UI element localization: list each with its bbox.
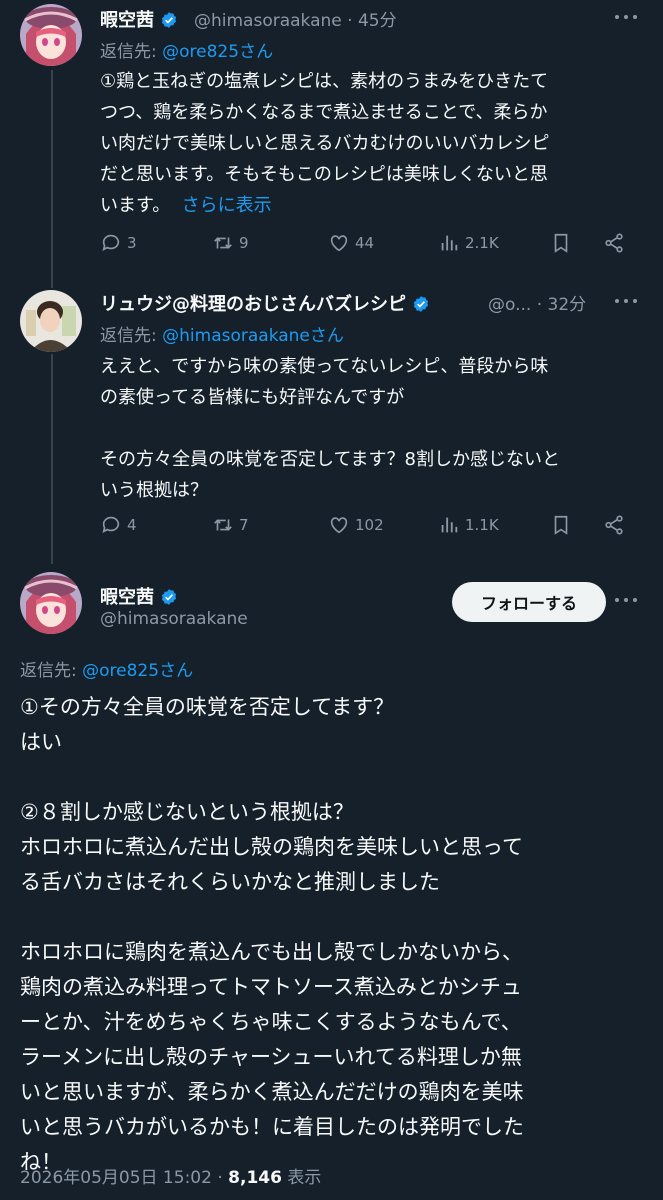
tweet-line: 鶏肉の煮込み料理ってトマトソース煮込みとかシチュ bbox=[20, 975, 522, 999]
views-count: 1.1K bbox=[465, 516, 499, 534]
tweet-line: い肉だけで美味しいと思えるバカむけのいいバカレシピ bbox=[100, 133, 550, 154]
views-icon bbox=[441, 235, 458, 251]
tweet-line: ②８割しか感じないという根拠は？ bbox=[20, 800, 354, 824]
separator-dot: · bbox=[217, 1168, 223, 1188]
more-icon[interactable] bbox=[615, 598, 637, 604]
view-label: 表示 bbox=[287, 1168, 322, 1188]
share-button[interactable] bbox=[603, 228, 630, 258]
tweet-line: の素使ってる皆様にも好評なんですが bbox=[100, 387, 405, 408]
retweet-icon bbox=[214, 519, 232, 531]
tweet-line: ①その方々全員の味覚を否定してます？ bbox=[20, 695, 395, 719]
tweet-line: ラーメンに出し殻のチャーシューいれてる料理しか無 bbox=[20, 1045, 522, 1069]
reply-to-handle[interactable]: @himasoraakaneさん bbox=[162, 326, 344, 346]
retweet-icon bbox=[214, 237, 232, 249]
handle[interactable]: @himasoraakane bbox=[100, 609, 248, 629]
reply-button[interactable]: 3 bbox=[100, 228, 137, 258]
reply-to-handle[interactable]: @ore825さん bbox=[162, 42, 273, 62]
reply-to-label: 返信先: bbox=[20, 661, 77, 681]
like-icon bbox=[330, 517, 348, 534]
show-more-link[interactable]: さらに表示 bbox=[182, 195, 272, 216]
verified-badge-icon bbox=[162, 589, 177, 605]
more-icon[interactable] bbox=[615, 15, 637, 21]
tweet-line: います。 bbox=[100, 195, 171, 216]
thread-connector bbox=[51, 354, 53, 564]
thread-connector bbox=[51, 70, 53, 288]
views-button[interactable]: 1.1K bbox=[438, 510, 499, 540]
views-icon bbox=[441, 517, 458, 533]
timestamp[interactable]: · 32分 bbox=[537, 295, 586, 315]
bookmark-button[interactable] bbox=[550, 510, 577, 540]
more-icon[interactable] bbox=[615, 299, 637, 305]
reply-icon bbox=[102, 516, 120, 533]
tweet-line: いと思うバカがいるかも！に着目したのは発明でした bbox=[20, 1115, 524, 1139]
display-name[interactable]: 暇空茜 bbox=[100, 587, 154, 608]
reply-to-label: 返信先: bbox=[100, 42, 157, 62]
tweet-line: はい bbox=[20, 730, 62, 754]
retweet-button[interactable]: 7 bbox=[212, 510, 249, 540]
share-icon bbox=[605, 233, 623, 253]
tweet-text: ①鶏と玉ねぎの塩煮レシピは、素材のうまみをひきたて つつ、鶏を柔らかくなるまで煮… bbox=[100, 66, 645, 221]
views-button[interactable]: 2.1K bbox=[438, 228, 499, 258]
like-button[interactable]: 102 bbox=[328, 510, 384, 540]
tweet-line: る舌バカさはそれくらいかなと推測しました bbox=[20, 870, 440, 894]
display-name[interactable]: 暇空茜 bbox=[100, 10, 154, 31]
verified-badge-icon bbox=[162, 12, 177, 28]
action-bar: 3 9 44 2.1K bbox=[100, 228, 635, 258]
like-count: 102 bbox=[355, 516, 384, 534]
handle[interactable]: @o... bbox=[488, 295, 531, 315]
reply-to-handle[interactable]: @ore825さん bbox=[82, 661, 193, 681]
avatar[interactable] bbox=[20, 4, 82, 66]
tweet-line: ーとか、汁をめちゃくちゃ味こくするようなもんで、 bbox=[20, 1010, 522, 1034]
retweet-count: 9 bbox=[239, 234, 249, 252]
like-icon bbox=[330, 235, 348, 252]
retweet-button[interactable]: 9 bbox=[212, 228, 249, 258]
reply-button[interactable]: 4 bbox=[100, 510, 137, 540]
tweet-line: ええと、ですから味の素使ってないレシピ、普段から味 bbox=[100, 356, 549, 377]
avatar[interactable] bbox=[20, 572, 82, 634]
like-count: 44 bbox=[355, 234, 375, 252]
tweet-text: ①その方々全員の味覚を否定してます？ はい ②８割しか感じないという根拠は？ ホ… bbox=[20, 690, 650, 1180]
retweet-count: 7 bbox=[239, 516, 249, 534]
tweet-line: ホロホロに煮込んだ出し殻の鶏肉を美味しいと思って bbox=[20, 835, 523, 859]
verified-badge-icon bbox=[414, 296, 429, 312]
bookmark-icon bbox=[554, 233, 568, 253]
bookmark-icon bbox=[554, 515, 568, 535]
reply-count: 3 bbox=[127, 234, 137, 252]
reply-to-label: 返信先: bbox=[100, 326, 157, 346]
tweet-text: ええと、ですから味の素使ってないレシピ、普段から味 の素使ってる皆様にも好評なん… bbox=[100, 351, 645, 506]
tweet-line: ①鶏と玉ねぎの塩煮レシピは、素材のうまみをひきたて bbox=[100, 71, 549, 92]
share-button[interactable] bbox=[603, 510, 630, 540]
display-name[interactable]: リュウジ@料理のおじさんバズレシピ bbox=[100, 294, 406, 315]
follow-button[interactable]: フォローする bbox=[452, 582, 606, 622]
tweet-line: ホロホロに鶏肉を煮込んでも出し殻でしかないから、 bbox=[20, 940, 523, 964]
post-timestamp[interactable]: 2026年05月05日 15:02 bbox=[20, 1168, 212, 1188]
bookmark-button[interactable] bbox=[550, 228, 577, 258]
like-button[interactable]: 44 bbox=[328, 228, 374, 258]
reply-icon bbox=[102, 234, 120, 251]
tweet-line: いう根拠は？ bbox=[100, 480, 208, 501]
timestamp[interactable]: · 45分 bbox=[347, 11, 396, 31]
avatar[interactable] bbox=[20, 290, 82, 352]
action-bar: 4 7 102 1.1K bbox=[100, 510, 635, 540]
tweet-line: その方々全員の味覚を否定してます？8割しか感じないと bbox=[100, 449, 561, 470]
reply-count: 4 bbox=[127, 516, 137, 534]
views-count: 2.1K bbox=[465, 234, 499, 252]
handle[interactable]: @himasoraakane bbox=[194, 11, 342, 31]
tweet-line: だと思います。そもそもこのレシピは美味しくないと思 bbox=[100, 164, 548, 185]
view-count: 8,146 bbox=[228, 1168, 282, 1188]
tweet-line: つつ、鶏を柔らかくなるまで煮込ませることで、柔らか bbox=[100, 102, 548, 123]
tweet-line: いと思いますが、柔らかく煮込んだだけの鶏肉を美味 bbox=[20, 1080, 524, 1104]
share-icon bbox=[605, 515, 623, 535]
